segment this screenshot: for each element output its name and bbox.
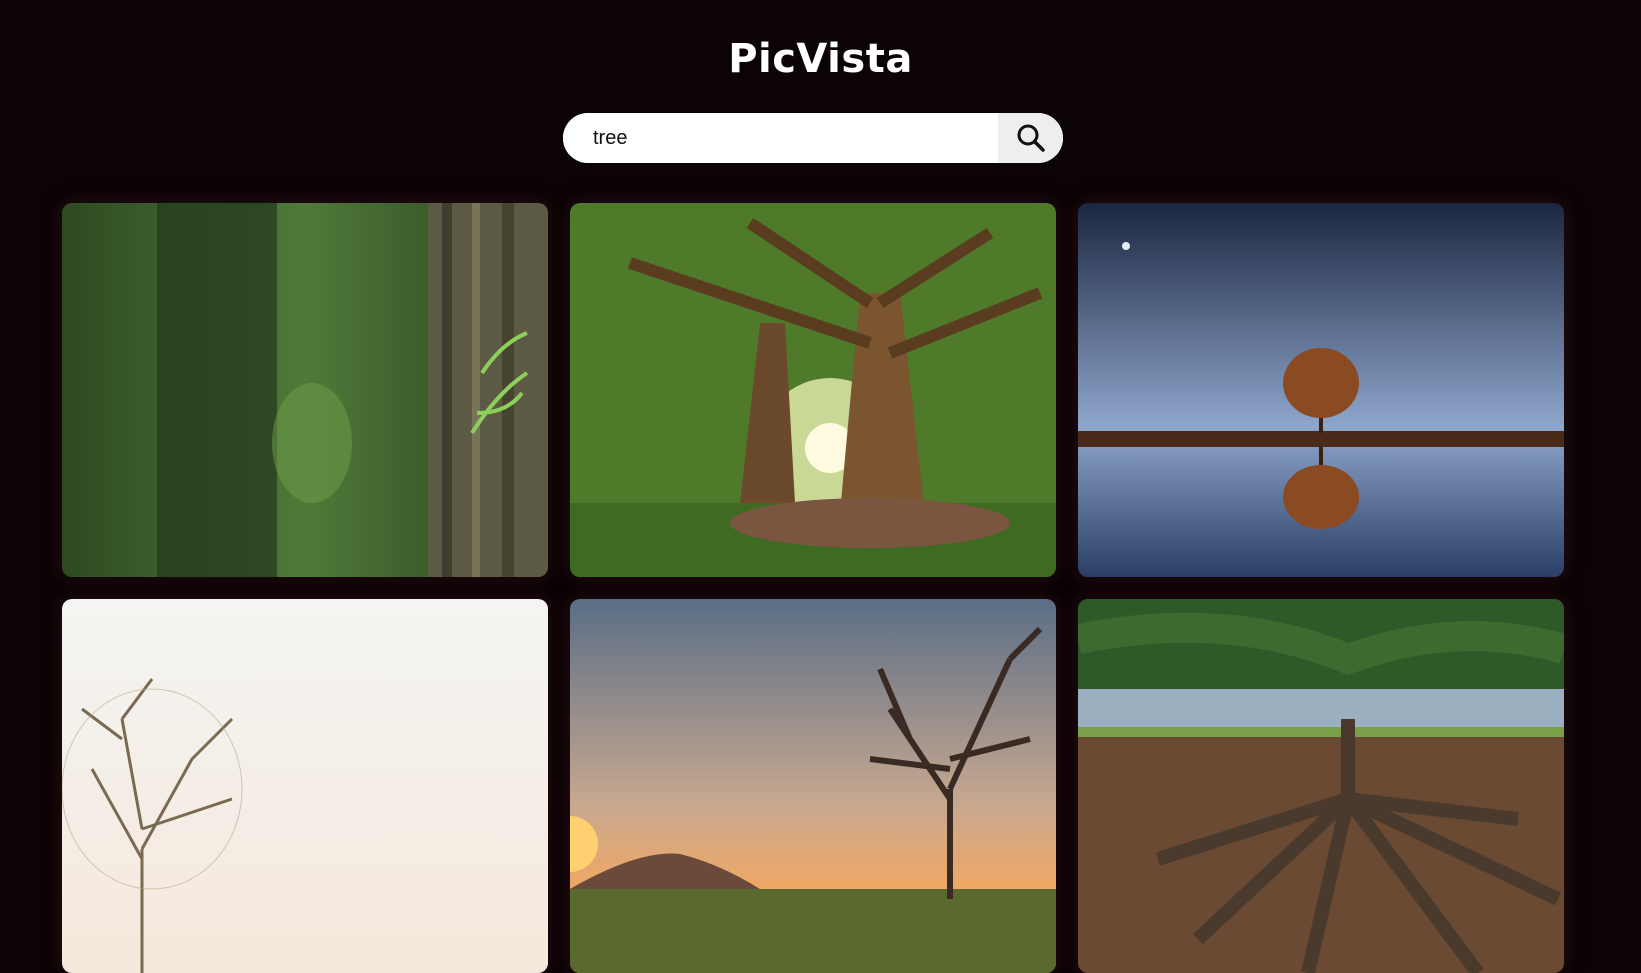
search-input[interactable] xyxy=(563,113,998,163)
search-bar xyxy=(563,113,1063,163)
app-title: PicVista xyxy=(728,36,913,82)
image-card[interactable] xyxy=(1078,203,1564,577)
bare-tree-image xyxy=(62,599,548,973)
sunlit-trees-image xyxy=(570,203,1056,577)
image-card[interactable] xyxy=(570,203,1056,577)
image-card[interactable] xyxy=(570,599,1056,973)
sunset-tree-image xyxy=(570,599,1056,973)
tree-bark-image xyxy=(62,203,548,577)
night-tree-image xyxy=(1078,203,1564,577)
search-icon xyxy=(1017,124,1045,152)
tree-roots-image xyxy=(1078,599,1564,973)
search-button[interactable] xyxy=(998,113,1063,163)
image-card[interactable] xyxy=(62,599,548,973)
image-card[interactable] xyxy=(62,203,548,577)
image-card[interactable] xyxy=(1078,599,1564,973)
